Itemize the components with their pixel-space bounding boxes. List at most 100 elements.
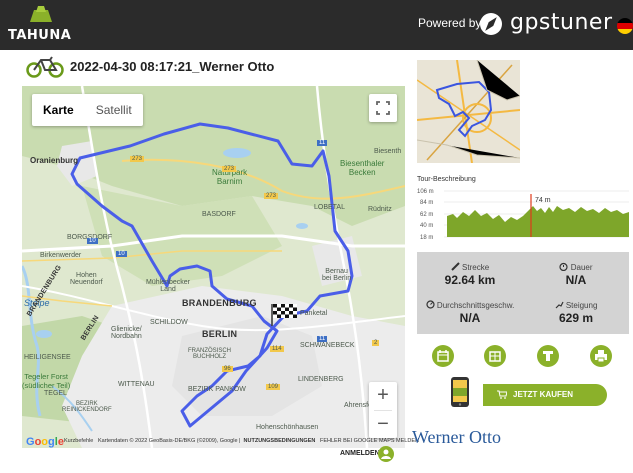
map-type-karte-button[interactable]: Karte: [32, 94, 85, 126]
stat-value: 92.64 km: [444, 273, 496, 287]
road-shield: 10: [87, 238, 98, 244]
gpstuner-compass-icon: [480, 13, 502, 35]
map-label: BERLIN: [202, 329, 238, 339]
map-label: SCHILDOW: [150, 319, 188, 326]
stat-value: 629 m: [558, 311, 594, 325]
road-shield: 2: [372, 340, 380, 346]
elevation-marker-label: 74 m: [535, 197, 551, 204]
logo-text: TAHUNA: [8, 28, 72, 43]
german-flag-icon[interactable]: [617, 18, 633, 34]
owner-name: Werner Otto: [412, 427, 502, 447]
buy-now-button[interactable]: JETZT KAUFEN: [483, 384, 607, 406]
elevation-profile[interactable]: 106 m 84 m 62 m 40 m 18 m 74 m: [417, 186, 629, 242]
route-map[interactable]: Oranienburg Naturpark Barnim Biesenthaler…: [22, 86, 405, 448]
login-link[interactable]: ANMELDEN: [340, 450, 380, 457]
bicycle-icon: [26, 56, 64, 78]
report-error-link[interactable]: FEHLER BEI GOOGLE MAPS MELDEN: [320, 438, 419, 444]
y-tick-label: 18 m: [420, 235, 433, 241]
map-type-satellit-button[interactable]: Satellit: [85, 94, 143, 126]
stat-label: Dauer: [523, 262, 629, 272]
stat-label: Steigung: [523, 300, 629, 310]
y-tick-label: 84 m: [420, 200, 433, 206]
gpstuner-logo[interactable]: gpstuner: [476, 9, 616, 39]
map-label: TEGEL: [44, 390, 67, 397]
map-label: Bernau bei Berlin: [322, 268, 352, 282]
map-label: WITTENAU: [118, 381, 155, 388]
road-shield: 109: [266, 384, 281, 390]
map-label: Hohenschönhausen: [256, 424, 319, 431]
fullscreen-button[interactable]: [369, 94, 397, 122]
map-label: Mühlenbecker Land: [146, 279, 190, 293]
map-label: Rüdnitz: [368, 206, 392, 213]
y-tick-label: 106 m: [417, 189, 434, 195]
road-shield: 114: [270, 346, 284, 352]
stat-climb: Steigung 629 m: [523, 300, 629, 325]
stopwatch-icon: [559, 262, 569, 272]
trend-up-icon: [555, 301, 564, 309]
map-label: BEZIRK REINICKENDORF: [62, 401, 112, 413]
y-tick-label: 62 m: [420, 212, 433, 218]
calendar-grid-icon[interactable]: [484, 345, 506, 367]
keyboard-shortcuts-link[interactable]: Kurzbefehle: [64, 438, 93, 444]
buy-section: JETZT KAUFEN: [447, 376, 609, 408]
map-label: Panketal: [300, 310, 328, 317]
map-label: Oranienburg: [30, 156, 79, 165]
map-label: SCHWANEBECK: [300, 342, 355, 349]
stat-label: Durchschnittsgeschw.: [417, 300, 523, 310]
thumbnail-map: [417, 60, 520, 163]
map-label: BRANDENBURG: [182, 298, 257, 308]
zoom-in-button[interactable]: +: [369, 382, 397, 410]
smartphone-icon: [451, 377, 469, 407]
map-label: BASDORF: [202, 211, 236, 218]
map-type-control: Karte Satellit: [32, 94, 143, 126]
google-logo: Google: [26, 436, 64, 448]
stat-value: N/A: [459, 311, 481, 325]
action-icon-row: [432, 345, 622, 369]
user-icon[interactable]: [378, 446, 394, 462]
map-label: FRANZÖSISCH BUCHHOLZ: [188, 348, 232, 360]
zoom-out-button[interactable]: −: [369, 411, 397, 439]
road-shield: 11: [317, 140, 328, 146]
download-t-icon[interactable]: [537, 345, 559, 367]
elevation-chart: 106 m 84 m 62 m 40 m 18 m 74 m: [417, 189, 629, 241]
tour-stats-panel: Strecke 92.64 km Dauer N/A Durchschnitts…: [417, 252, 629, 334]
tour-title-row: 2022-04-30 08:17:21_Werner Otto: [26, 56, 406, 80]
tahuna-logo-icon: [30, 6, 52, 22]
map-label: Tegeler Forst (südlicher Teil): [22, 372, 71, 390]
fullscreen-icon: [376, 101, 390, 115]
map-label: Hohen Neuendorf: [70, 272, 103, 286]
map-label: Glienicke/ Nordbahn: [111, 326, 142, 340]
top-bar: TAHUNA Powered by gpstuner: [0, 0, 633, 50]
map-canvas: [22, 86, 405, 448]
cart-icon: [497, 390, 507, 399]
tahuna-logo[interactable]: TAHUNA: [8, 6, 78, 46]
road-shield: 273: [222, 166, 237, 172]
tour-title: 2022-04-30 08:17:21_Werner Otto: [70, 59, 275, 74]
tour-description-label: Tour-Beschreibung: [417, 176, 476, 183]
road-shield: 273: [264, 193, 279, 199]
y-tick-label: 40 m: [420, 223, 433, 229]
road-shield: 11: [317, 336, 328, 342]
speedometer-icon: [426, 300, 435, 309]
stat-avg-speed: Durchschnittsgeschw. N/A: [417, 300, 523, 325]
road-shield: 96: [222, 366, 233, 372]
map-label: HEILIGENSEE: [24, 354, 71, 361]
print-icon[interactable]: [590, 345, 612, 367]
map-label: Biesenth: [374, 148, 402, 155]
stat-duration: Dauer N/A: [523, 262, 629, 287]
stat-value: N/A: [565, 273, 587, 287]
stat-label: Strecke: [417, 262, 523, 272]
ruler-icon: [451, 262, 460, 271]
terms-link[interactable]: NUTZUNGSBEDINGUNGEN: [244, 438, 316, 444]
road-shield: 10: [116, 251, 127, 257]
map-label: Biesenthaler Becken: [340, 159, 385, 177]
map-label: BEZIRK PANKOW: [188, 386, 246, 393]
calendar-icon[interactable]: [432, 345, 454, 367]
route-thumbnail[interactable]: [417, 60, 520, 163]
gpstuner-brand: gpstuner: [510, 10, 613, 35]
stat-distance: Strecke 92.64 km: [417, 262, 523, 287]
buy-now-label: JETZT KAUFEN: [513, 390, 573, 399]
zoom-control: + −: [369, 382, 397, 438]
powered-by-text: Powered by: [418, 16, 482, 30]
map-label: LINDENBERG: [298, 376, 344, 383]
